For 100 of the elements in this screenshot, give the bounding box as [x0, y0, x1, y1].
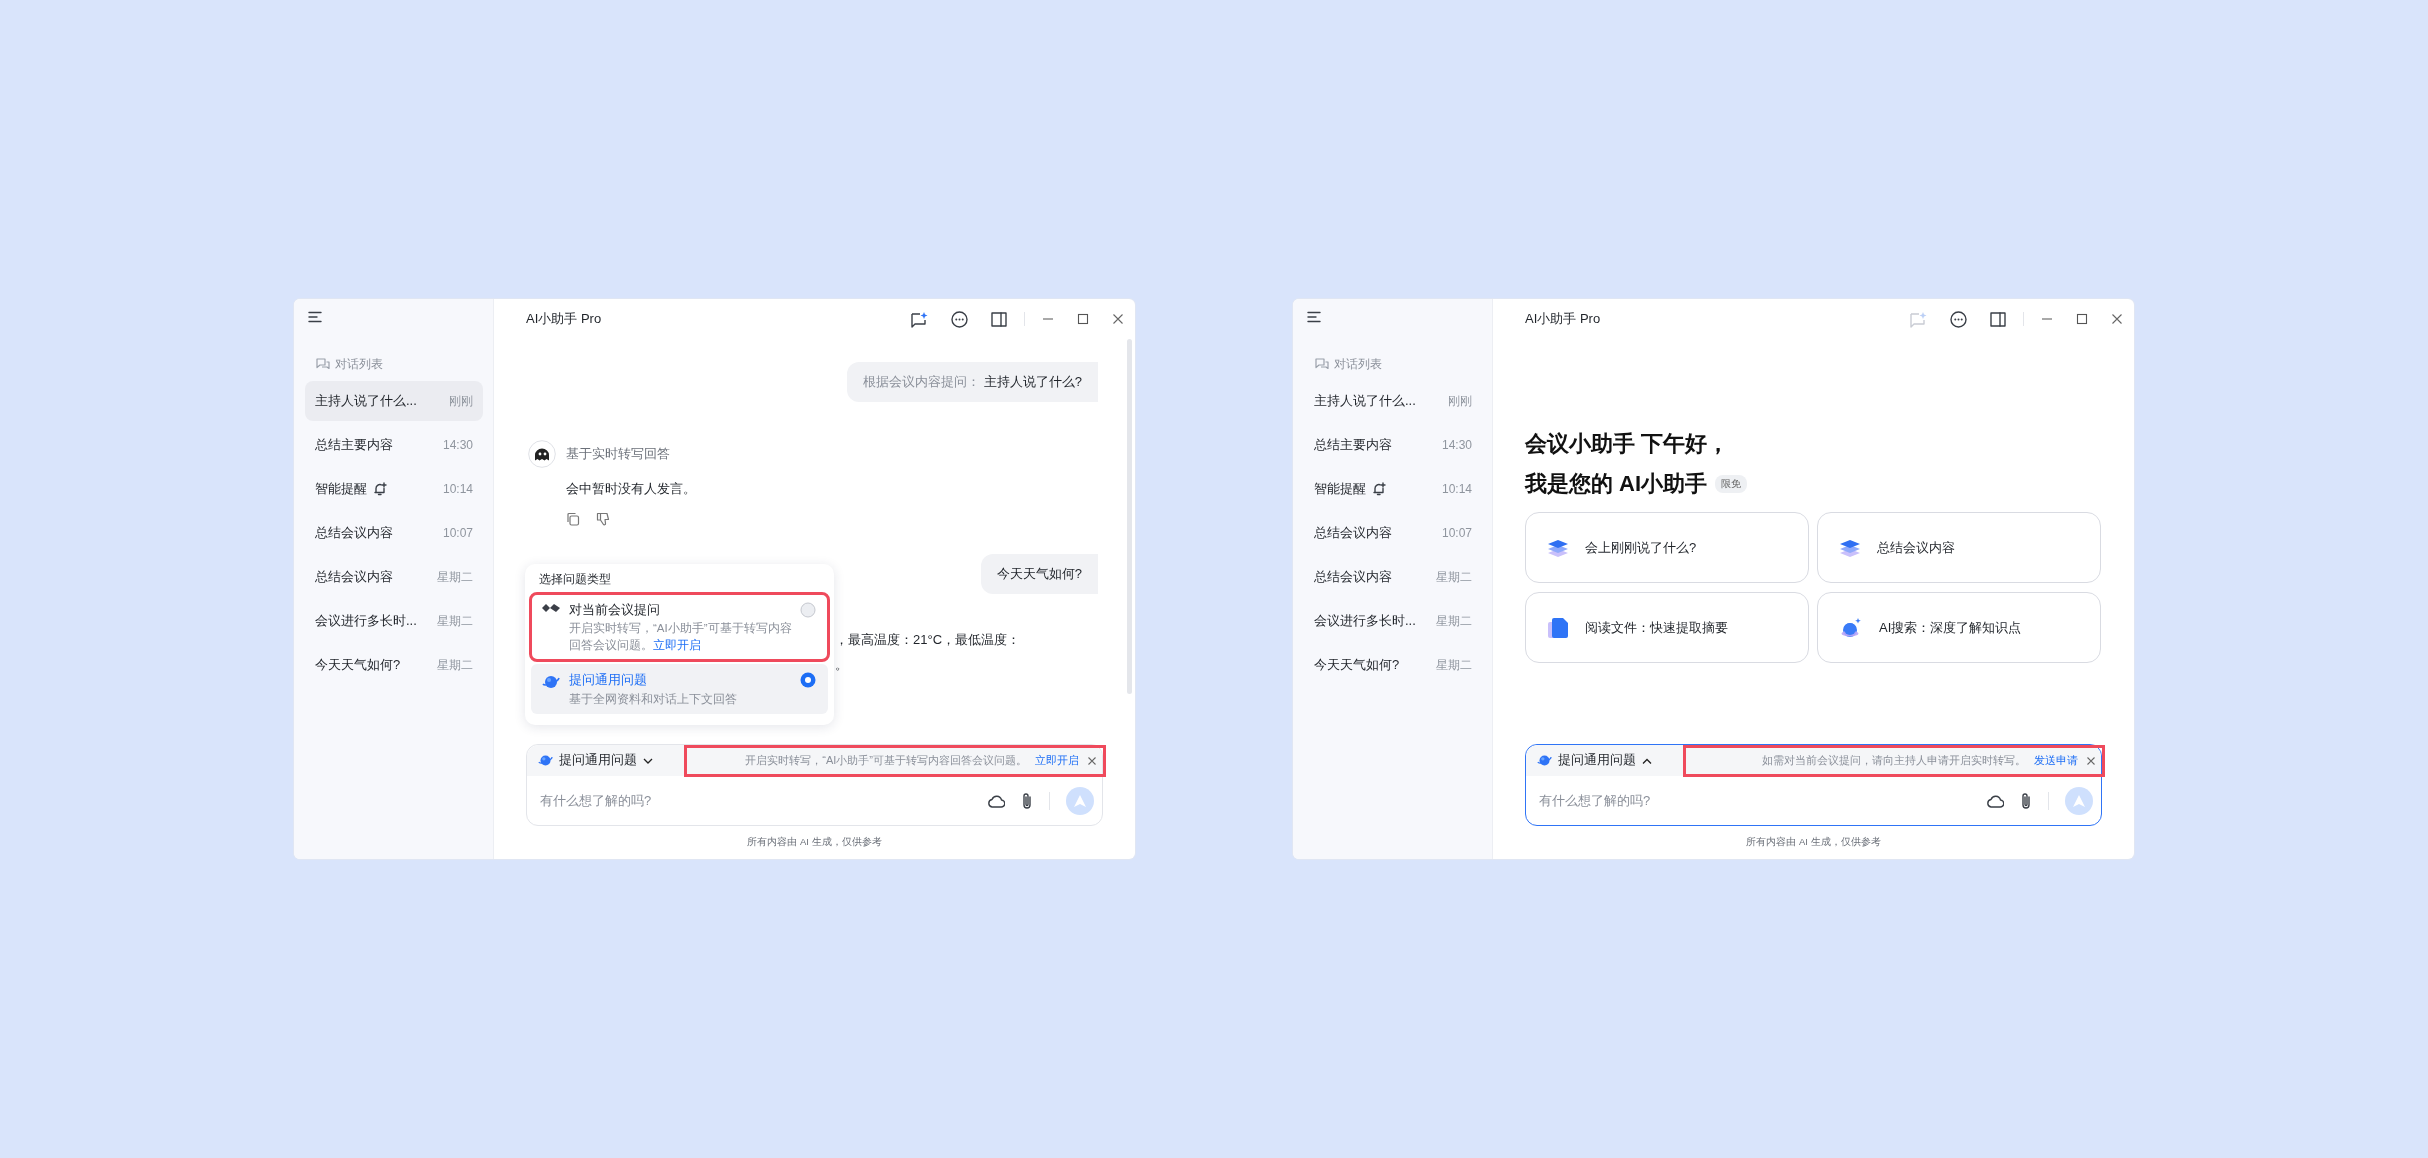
- conversation-time: 星期二: [1436, 612, 1472, 630]
- conversation-title: 总结会议内容: [1314, 568, 1392, 586]
- conversation-item[interactable]: 总结会议内容 星期二: [1304, 557, 1482, 597]
- diamonds-icon: [542, 603, 560, 613]
- conversation-time: 10:14: [1441, 482, 1472, 496]
- conversation-time: 星期二: [437, 656, 473, 674]
- close-icon[interactable]: [2086, 755, 2096, 766]
- window-title: AI小助手 Pro: [1525, 310, 1602, 328]
- conversation-title: 总结会议内容: [315, 524, 393, 542]
- close-icon[interactable]: [1087, 755, 1097, 766]
- conversation-time: 14:30: [1441, 438, 1472, 452]
- conversation-item[interactable]: 主持人说了什么... 刚刚: [305, 381, 483, 421]
- planet-icon: [542, 673, 560, 691]
- option-description: 基于全网资料和对话上下文回答: [569, 692, 738, 707]
- conversation-title: 总结主要内容: [315, 436, 393, 454]
- avatar-icon: [528, 440, 556, 468]
- user-message: 今天天气如何?: [980, 554, 1098, 594]
- maximize-icon[interactable]: [1077, 313, 1089, 325]
- free-badge: 限免: [1715, 475, 1748, 493]
- maximize-icon[interactable]: [2076, 313, 2088, 325]
- conversation-item[interactable]: 总结会议内容 10:07: [305, 513, 483, 553]
- question-type-selector[interactable]: 提问通用问题: [538, 752, 653, 769]
- conversation-title: 主持人说了什么...: [1314, 392, 1416, 410]
- layers-icon: [1839, 537, 1861, 558]
- menu-icon[interactable]: [308, 311, 322, 323]
- conversation-item[interactable]: 主持人说了什么... 刚刚: [1304, 381, 1482, 421]
- conversation-item[interactable]: 会议进行多长时... 星期二: [305, 601, 483, 641]
- enable-link[interactable]: 立即开启: [653, 639, 701, 651]
- disclaimer-text: 所有内容由 AI 生成，仅供参考: [1746, 836, 1881, 849]
- conversation-item[interactable]: 总结会议内容 星期二: [305, 557, 483, 597]
- planet-icon: [1839, 616, 1863, 639]
- conversation-title: 今天天气如何?: [1314, 656, 1400, 674]
- conversation-title: 主持人说了什么...: [315, 392, 417, 410]
- greeting-heading: 会议小助手 下午好，: [1525, 430, 1731, 458]
- close-icon[interactable]: [1112, 313, 1124, 325]
- sidebar-toggle-icon[interactable]: [1990, 311, 2006, 327]
- conversation-time: 10:14: [442, 482, 473, 496]
- conversation-item[interactable]: 智能提醒 10:14: [305, 469, 483, 509]
- suggestion-card[interactable]: 阅读文件：快速提取摘要: [1525, 592, 1809, 663]
- disclaimer-text: 所有内容由 AI 生成，仅供参考: [747, 836, 882, 849]
- conversation-time: 星期二: [437, 568, 473, 586]
- conversation-title: 会议进行多长时...: [1314, 612, 1416, 630]
- conversation-item[interactable]: 今天天气如何? 星期二: [305, 645, 483, 685]
- conversation-time: 刚刚: [449, 392, 473, 410]
- bell-sparkle-icon: [1372, 482, 1386, 496]
- paperclip-icon[interactable]: [1021, 791, 1033, 810]
- planet-icon: [1537, 753, 1552, 768]
- suggestion-card[interactable]: 会上刚刚说了什么?: [1525, 512, 1809, 583]
- conversation-item[interactable]: 总结会议内容 10:07: [1304, 513, 1482, 553]
- message-input[interactable]: 有什么想了解的吗?: [1537, 792, 1970, 809]
- question-type-selector[interactable]: 提问通用问题: [1537, 752, 1652, 769]
- conversation-time: 10:07: [1441, 526, 1472, 540]
- more-icon[interactable]: [1950, 310, 1967, 328]
- section-title: 对话列表: [1334, 355, 1382, 373]
- conversation-title: 会议进行多长时...: [315, 612, 417, 630]
- greeting-heading: 我是您的 AI小助手: [1525, 470, 1708, 498]
- conversation-title: 智能提醒: [315, 480, 367, 498]
- answer-text: 会中暂时没有人发言。: [566, 480, 697, 498]
- notice-link[interactable]: 发送申请: [2034, 753, 2078, 768]
- scrollbar[interactable]: [1127, 339, 1132, 694]
- suggestion-card[interactable]: AI搜索：深度了解知识点: [1817, 592, 2101, 663]
- new-chat-icon[interactable]: [910, 310, 928, 328]
- chat-list-icon: [1315, 358, 1329, 370]
- conversation-time: 星期二: [1436, 656, 1472, 674]
- window-title: AI小助手 Pro: [526, 310, 603, 328]
- message-input[interactable]: 有什么想了解的吗?: [538, 792, 971, 809]
- conversation-item[interactable]: 总结主要内容 14:30: [305, 425, 483, 465]
- copy-icon[interactable]: [566, 512, 580, 526]
- conversation-title: 总结主要内容: [1314, 436, 1392, 454]
- conversation-time: 星期二: [1436, 568, 1472, 586]
- conversation-title: 今天天气如何?: [315, 656, 401, 674]
- conversation-item[interactable]: 会议进行多长时... 星期二: [1304, 601, 1482, 641]
- menu-icon[interactable]: [1307, 311, 1321, 323]
- question-type-option[interactable]: 对当前会议提问 开启实时转写，“AI小助手”可基于转写内容回答会议问题。立即开启: [531, 594, 828, 660]
- close-icon[interactable]: [2111, 313, 2123, 325]
- layers-icon: [1547, 537, 1569, 558]
- sidebar-toggle-icon[interactable]: [991, 311, 1007, 327]
- conversation-item[interactable]: 智能提醒 10:14: [1304, 469, 1482, 509]
- radio-button[interactable]: [800, 672, 816, 688]
- conversation-time: 10:07: [442, 526, 473, 540]
- thumbs-down-icon[interactable]: [596, 512, 610, 526]
- conversation-item[interactable]: 总结主要内容 14:30: [1304, 425, 1482, 465]
- cloud-icon[interactable]: [987, 793, 1005, 808]
- conversation-item[interactable]: 今天天气如何? 星期二: [1304, 645, 1482, 685]
- more-icon[interactable]: [951, 310, 968, 328]
- conversation-time: 14:30: [442, 438, 473, 452]
- cloud-icon[interactable]: [1986, 793, 2004, 808]
- notice-link[interactable]: 立即开启: [1035, 753, 1079, 768]
- option-title: 对当前会议提问: [569, 601, 661, 619]
- answer-text: ，最高温度：21°C，最低温度：: [835, 631, 1022, 649]
- radio-button[interactable]: [800, 602, 816, 618]
- paperclip-icon[interactable]: [2020, 791, 2032, 810]
- question-type-option[interactable]: 提问通用问题 基于全网资料和对话上下文回答: [531, 664, 828, 714]
- suggestion-card[interactable]: 总结会议内容: [1817, 512, 2101, 583]
- option-title: 提问通用问题: [569, 671, 648, 689]
- document-icon: [1547, 616, 1569, 639]
- notice-text: 开启实时转写，“AI小助手”可基于转写内容回答会议问题。: [745, 753, 1027, 768]
- send-icon: [1074, 794, 1086, 807]
- bell-sparkle-icon: [373, 482, 387, 496]
- send-icon: [2073, 794, 2085, 807]
